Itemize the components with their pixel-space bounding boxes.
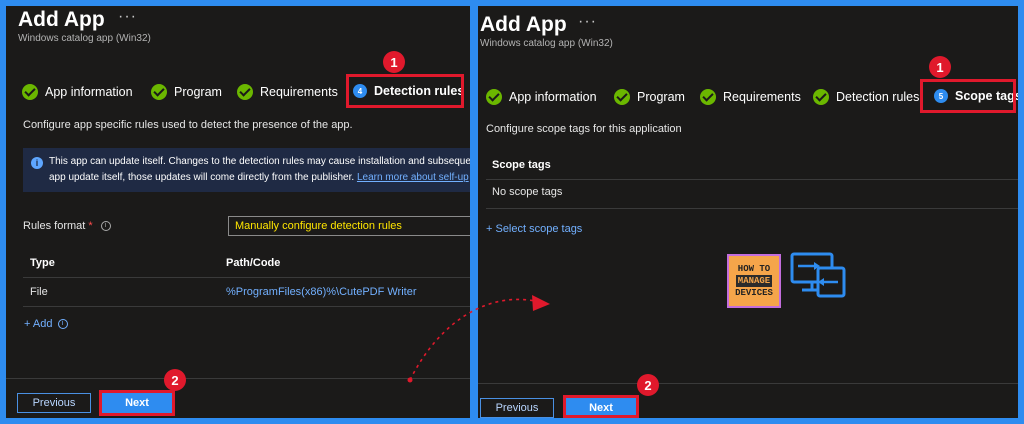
how-to-manage-devices-logo: HOW TO MANAGE DEVICES: [727, 254, 781, 308]
table-divider: [486, 179, 1018, 180]
step-program[interactable]: Program: [151, 84, 222, 100]
column-header-path: Path/Code: [226, 257, 281, 269]
step-requirements[interactable]: Requirements: [700, 89, 801, 105]
info-message-bar: i This app can update itself. Changes to…: [23, 148, 470, 192]
info-icon: i: [100, 221, 111, 232]
check-icon: [22, 84, 38, 100]
table-divider: [486, 208, 1018, 209]
select-scope-tags-link[interactable]: + Select scope tags: [486, 223, 582, 235]
table-cell-path[interactable]: %ProgramFiles(x86)%\CutePDF Writer: [226, 286, 417, 298]
page-title: Add App: [480, 13, 567, 36]
next-button-highlight: [563, 395, 639, 418]
table-divider: [23, 277, 470, 278]
step-requirements[interactable]: Requirements: [237, 84, 338, 100]
column-header-type: Type: [30, 257, 55, 269]
callout-badge-2: 2: [164, 369, 186, 391]
rules-format-label: Rules format * i: [23, 220, 111, 232]
check-icon: [237, 84, 253, 100]
arrow-icon: [407, 295, 550, 383]
callout-badge-1: 1: [383, 51, 405, 73]
callout-badge-2: 2: [637, 374, 659, 396]
info-icon: i: [57, 319, 68, 330]
devices-icon: [790, 252, 846, 298]
info-text-line2: app update itself, those updates will co…: [49, 172, 469, 183]
more-options-button[interactable]: ···: [118, 8, 137, 26]
page-subtitle: Windows catalog app (Win32): [18, 33, 151, 44]
previous-button[interactable]: Previous: [480, 398, 554, 418]
step-label: Detection rules: [836, 90, 920, 104]
learn-more-link[interactable]: Learn more about self-up: [357, 172, 469, 183]
step-label: App information: [509, 90, 597, 104]
rules-format-dropdown[interactable]: Manually configure detection rules: [228, 216, 470, 236]
step-label: Requirements: [723, 90, 801, 104]
page-title: Add App: [18, 8, 105, 31]
logo-text-line1: HOW TO: [737, 264, 771, 274]
page-subtitle: Windows catalog app (Win32): [480, 38, 613, 49]
info-icon: i: [31, 157, 43, 169]
step-app-information[interactable]: App information: [22, 84, 133, 100]
step-label: App information: [45, 85, 133, 99]
step-label: Requirements: [260, 85, 338, 99]
check-icon: [151, 84, 167, 100]
required-marker: *: [88, 220, 93, 232]
more-options-button[interactable]: ···: [578, 13, 597, 31]
callout-badge-1: 1: [929, 56, 951, 78]
logo-text-line3: DEVICES: [735, 288, 773, 298]
step-app-information[interactable]: App information: [486, 89, 597, 105]
table-cell-no-scope-tags: No scope tags: [492, 186, 563, 198]
check-icon: [813, 89, 829, 105]
step-program[interactable]: Program: [614, 89, 685, 105]
next-button-highlight: [99, 390, 175, 416]
table-cell-type: File: [30, 286, 48, 298]
scope-tags-highlight: [920, 79, 1016, 113]
add-rule-link[interactable]: + Add i: [24, 318, 68, 330]
check-icon: [700, 89, 716, 105]
logo-text-line2: MANAGE: [735, 275, 773, 287]
description-text: Configure app specific rules used to det…: [23, 119, 353, 131]
column-header-scope-tags: Scope tags: [492, 159, 551, 171]
description-text: Configure scope tags for this applicatio…: [486, 123, 682, 135]
detection-rules-highlight: [346, 74, 464, 108]
check-icon: [614, 89, 630, 105]
step-label: Program: [637, 90, 685, 104]
previous-button[interactable]: Previous: [17, 393, 91, 413]
info-text-line1: This app can update itself. Changes to t…: [49, 156, 470, 167]
step-label: Program: [174, 85, 222, 99]
check-icon: [486, 89, 502, 105]
step-detection-rules[interactable]: Detection rules: [813, 89, 919, 105]
